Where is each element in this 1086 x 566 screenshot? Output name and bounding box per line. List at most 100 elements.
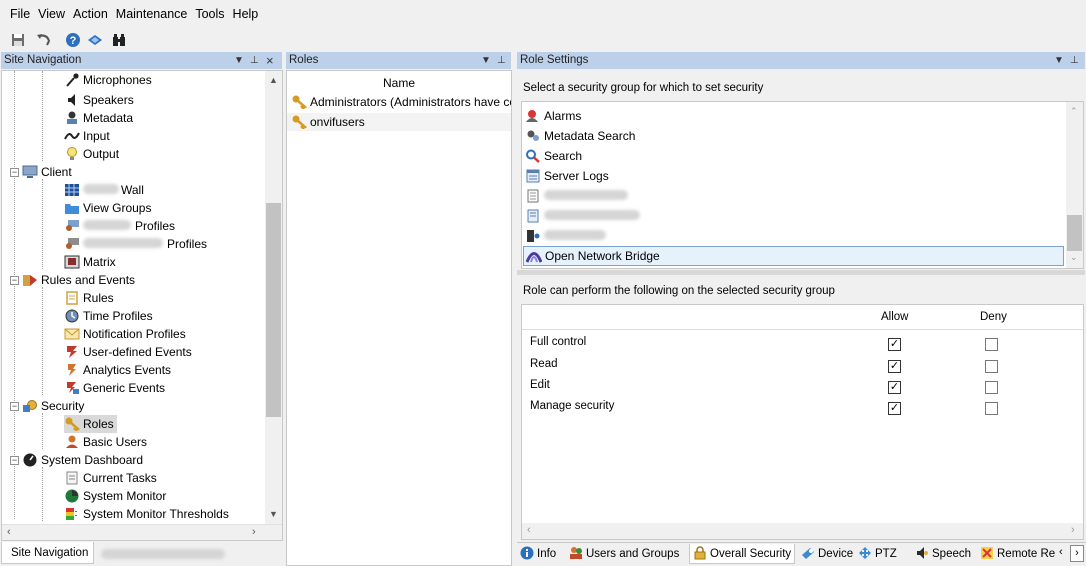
- layers-icon[interactable]: [85, 30, 105, 50]
- tab-device[interactable]: Device: [801, 544, 853, 564]
- user-icon: [66, 435, 78, 448]
- tab-ptz[interactable]: PTZ: [858, 544, 897, 564]
- deny-read-checkbox[interactable]: [985, 360, 998, 373]
- allow-manage-security-checkbox[interactable]: ✓: [888, 402, 901, 415]
- group-item-transaction-sources[interactable]: [525, 187, 628, 205]
- pin-icon[interactable]: ⊥: [1070, 52, 1079, 69]
- site-navigation-vscrollbar[interactable]: ▲ ▼: [265, 71, 282, 524]
- tree-item-time-profiles[interactable]: Time Profiles: [64, 307, 153, 325]
- scroll-down-icon[interactable]: ⌄: [1070, 252, 1078, 263]
- tab-users-and-groups[interactable]: Users and Groups: [569, 544, 679, 564]
- security-icon: [23, 400, 37, 412]
- deny-full-control-checkbox[interactable]: [985, 338, 998, 351]
- undo-icon[interactable]: [34, 30, 54, 50]
- scroll-up-icon[interactable]: ▲: [269, 75, 278, 85]
- security-group-list: Alarms Metadata Search Search Server Log…: [521, 101, 1084, 269]
- menu-view[interactable]: View: [34, 0, 69, 28]
- menu-maintenance[interactable]: Maintenance: [112, 0, 192, 28]
- tree-item-management-profiles[interactable]: Profiles: [64, 235, 207, 253]
- scroll-right-icon[interactable]: ›: [252, 526, 256, 538]
- tab-overall-security[interactable]: Overall Security: [689, 544, 796, 564]
- group-item-search[interactable]: Search: [525, 147, 582, 165]
- tab-speech[interactable]: Speech: [915, 544, 971, 564]
- role-row-administrators[interactable]: Administrators (Administrators have co: [291, 93, 511, 111]
- tree-item-system-monitor-thresholds[interactable]: System Monitor Thresholds: [64, 505, 229, 523]
- scroll-thumb[interactable]: [1067, 215, 1082, 251]
- scroll-thumb[interactable]: [266, 203, 281, 417]
- tree-item-current-tasks[interactable]: Current Tasks: [64, 469, 157, 487]
- tree-item-metadata[interactable]: Metadata: [64, 109, 133, 127]
- tab-scroll-right-icon[interactable]: ›: [1070, 545, 1084, 562]
- metadata-search-icon: [527, 130, 539, 141]
- tree-item-security[interactable]: Security: [22, 397, 84, 415]
- dropdown-arrow-icon[interactable]: ▼: [234, 52, 244, 69]
- tree-item-client[interactable]: Client: [22, 163, 72, 181]
- tree-item-microphones[interactable]: Microphones: [64, 71, 152, 89]
- tree-item-generic-events[interactable]: Generic Events: [64, 379, 165, 397]
- group-item-open-network-bridge[interactable]: Open Network Bridge: [523, 246, 1064, 266]
- allow-read-checkbox[interactable]: ✓: [888, 360, 901, 373]
- collapse-security-toggle[interactable]: −: [10, 402, 19, 411]
- tab-info[interactable]: Info: [520, 544, 556, 564]
- menu-tools[interactable]: Tools: [191, 0, 228, 28]
- dropdown-arrow-icon[interactable]: ▼: [481, 52, 491, 69]
- deny-edit-checkbox[interactable]: [985, 381, 998, 394]
- permissions-hscrollbar[interactable]: ‹ ›: [522, 523, 1083, 539]
- close-icon[interactable]: ×: [266, 52, 274, 69]
- collapse-system-dashboard-toggle[interactable]: −: [10, 456, 19, 465]
- tree-item-roles[interactable]: Roles: [64, 415, 117, 433]
- tab-scroll-left-icon[interactable]: ‹: [1059, 546, 1063, 558]
- tree-item-speakers[interactable]: Speakers: [64, 91, 134, 109]
- scroll-right-icon[interactable]: ›: [1071, 524, 1075, 536]
- scroll-up-icon[interactable]: ⌃: [1070, 106, 1078, 117]
- tree-item-basic-users[interactable]: Basic Users: [64, 433, 147, 451]
- tree-item-user-defined-events[interactable]: User-defined Events: [64, 343, 192, 361]
- tree-item-input[interactable]: Input: [64, 127, 110, 145]
- dropdown-arrow-icon[interactable]: ▼: [1054, 52, 1064, 69]
- role-row-onvifusers[interactable]: onvifusers: [287, 113, 511, 131]
- tab-site-navigation[interactable]: Site Navigation: [1, 542, 94, 564]
- menu-help[interactable]: Help: [229, 0, 263, 28]
- tab-remote-recordings[interactable]: Remote Re: [980, 544, 1055, 564]
- tree-item-matrix[interactable]: Matrix: [64, 253, 116, 271]
- group-item-transaction-definitions[interactable]: [525, 207, 640, 225]
- group-item-alarms[interactable]: Alarms: [525, 107, 581, 125]
- pin-icon[interactable]: ⊥: [250, 52, 259, 69]
- tree-item-output[interactable]: Output: [64, 145, 119, 163]
- analytics-event-icon: [68, 364, 76, 376]
- scroll-left-icon[interactable]: ‹: [7, 526, 11, 538]
- tree-item-wall[interactable]: Wall: [64, 181, 144, 199]
- remote-recordings-icon: [981, 547, 993, 559]
- tree-item-view-groups[interactable]: View Groups: [64, 199, 151, 217]
- collapse-rules-events-toggle[interactable]: −: [10, 276, 19, 285]
- tree-item-system-monitor[interactable]: System Monitor: [64, 487, 166, 505]
- binoculars-icon[interactable]: [109, 30, 129, 50]
- menu-file[interactable]: File: [0, 0, 34, 28]
- security-group-vscrollbar[interactable]: ⌃ ⌄: [1066, 102, 1083, 268]
- group-item-server-logs[interactable]: Server Logs: [525, 167, 609, 185]
- tab-federated-site-hierarchy[interactable]: [101, 548, 225, 559]
- save-icon[interactable]: [8, 30, 28, 50]
- help-icon[interactable]: ?: [63, 30, 83, 50]
- group-item-access-control[interactable]: [525, 227, 606, 245]
- menu-action[interactable]: Action: [69, 0, 112, 28]
- pin-icon[interactable]: ⊥: [497, 52, 506, 69]
- scroll-left-icon[interactable]: ‹: [527, 524, 531, 536]
- allow-full-control-checkbox[interactable]: ✓: [888, 338, 901, 351]
- column-header-name[interactable]: Name: [287, 76, 511, 90]
- tree-item-rules-and-events[interactable]: Rules and Events: [22, 271, 135, 289]
- tree-item-notification-profiles[interactable]: Notification Profiles: [64, 325, 186, 343]
- tree-item-client-profiles[interactable]: Profiles: [64, 217, 175, 235]
- scroll-down-icon[interactable]: ▼: [269, 509, 278, 519]
- allow-edit-checkbox[interactable]: ✓: [888, 381, 901, 394]
- site-navigation-hscrollbar[interactable]: ‹ ›: [2, 524, 282, 540]
- permission-label-manage-security: Manage security: [530, 400, 615, 412]
- collapse-client-toggle[interactable]: −: [10, 168, 19, 177]
- deny-manage-security-checkbox[interactable]: [985, 402, 998, 415]
- access-control-icon: [527, 230, 540, 242]
- tree-item-system-dashboard[interactable]: System Dashboard: [22, 451, 143, 469]
- group-item-metadata-search[interactable]: Metadata Search: [525, 127, 635, 145]
- splitter[interactable]: [517, 270, 1085, 275]
- tree-item-rules[interactable]: Rules: [64, 289, 114, 307]
- tree-item-analytics-events[interactable]: Analytics Events: [64, 361, 171, 379]
